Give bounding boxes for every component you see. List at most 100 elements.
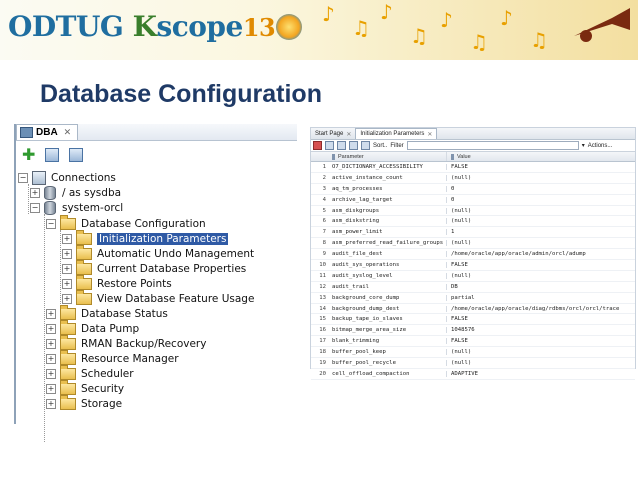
row-number: 4	[322, 196, 326, 203]
table-row[interactable]: 19 buffer_pool_recycle (null)	[311, 358, 635, 369]
database-icon	[44, 200, 56, 215]
table-row[interactable]: 20 cell_offload_compaction ADAPTIVE	[311, 369, 635, 380]
parameter-cell: asm_preferred_read_failure_groups	[329, 240, 447, 247]
music-note-icon: ♫	[470, 30, 488, 54]
table-row[interactable]: 16 bitmap_merge_area_size 1048576	[311, 325, 635, 337]
collapse-node-icon[interactable]: −	[46, 218, 56, 229]
close-icon[interactable]: ✕	[346, 131, 351, 138]
parameter-cell: asm_diskstring	[329, 218, 447, 225]
tree-node-system-orcl[interactable]: − system-orcl	[30, 200, 123, 215]
table-row[interactable]: 10 audit_sys_operations FALSE	[311, 260, 635, 271]
table-row[interactable]: 17 blank_trimming FALSE	[311, 336, 635, 348]
row-number: 11	[319, 272, 326, 279]
table-row[interactable]: 1 O7_DICTIONARY_ACCESSIBILITY FALSE	[311, 162, 635, 173]
expand-node-icon[interactable]: +	[46, 308, 56, 319]
trumpet-icon	[574, 8, 630, 42]
tree-node-rman-backup-recovery[interactable]: + RMAN Backup/Recovery	[46, 334, 206, 351]
parameter-cell: buffer_pool_recycle	[329, 359, 447, 366]
table-row[interactable]: 13 background_core_dump partial	[311, 293, 635, 304]
table-row[interactable]: 18 buffer_pool_keep (null)	[311, 347, 635, 359]
collapse-node-icon[interactable]: −	[30, 202, 40, 213]
table-row[interactable]: 3 aq_tm_processes 0	[311, 184, 635, 195]
expand-node-icon[interactable]: +	[62, 248, 72, 259]
folder-icon	[76, 229, 92, 245]
table-row[interactable]: 12 audit_trail DB	[311, 282, 635, 293]
delete-icon[interactable]	[349, 141, 358, 150]
tab-label: Initialization Parameters	[360, 131, 425, 137]
filter-input[interactable]	[406, 141, 579, 150]
close-icon[interactable]: ✕	[427, 131, 432, 138]
tree-node-automatic-undo-management[interactable]: + Automatic Undo Management	[62, 244, 254, 261]
tree-node-storage[interactable]: + Storage	[46, 394, 123, 411]
folder-icon	[76, 244, 92, 260]
sort-button[interactable]: Sort..	[373, 143, 387, 149]
table-row[interactable]: 5 asm_diskgroups (null)	[311, 206, 635, 217]
tree-node-initialization-parameters[interactable]: + Initialization Parameters	[62, 229, 229, 246]
table-row[interactable]: 6 asm_diskstring (null)	[311, 216, 635, 228]
expand-node-icon[interactable]: +	[62, 263, 72, 274]
close-icon[interactable]: ✕	[64, 127, 72, 138]
parameter-cell: O7_DICTIONARY_ACCESSIBILITY	[329, 163, 447, 170]
table-row[interactable]: 9 audit_file_dest/home/oracle/app/oracle/…	[311, 249, 635, 261]
refresh-icon[interactable]	[45, 148, 60, 162]
edit-icon[interactable]	[361, 141, 370, 150]
table-row[interactable]: 15 backup_tape_io_slaves FALSE	[311, 314, 635, 326]
dba-panel: DBA ✕ ✚ − Connections + / as sysdba − sy…	[14, 124, 297, 442]
folder-icon	[60, 394, 76, 410]
parameter-cell: asm_power_limit	[329, 229, 447, 236]
pin-icon[interactable]	[313, 141, 322, 150]
tab-initialization-parameters[interactable]: Initialization Parameters ✕	[355, 128, 438, 139]
expand-node-icon[interactable]: +	[46, 353, 56, 364]
parameter-cell: audit_sys_operations	[329, 261, 447, 268]
tree-node-as-sysdba[interactable]: + / as sysdba	[30, 185, 121, 200]
parameter-cell: archive_lag_target	[329, 196, 447, 203]
table-row[interactable]: 7 asm_power_limit 1	[311, 227, 635, 239]
column-header-parameter[interactable]: Parameter	[329, 152, 447, 161]
expand-node-icon[interactable]: +	[62, 278, 72, 289]
tree-label: Data Pump	[81, 322, 140, 335]
database-icon	[44, 185, 56, 200]
value-cell: FALSE	[451, 338, 468, 345]
add-connection-icon[interactable]: ✚	[22, 147, 35, 163]
column-header-value[interactable]: Value	[447, 152, 635, 161]
tree-node-database-configuration[interactable]: − Database Configuration	[46, 214, 206, 231]
expand-node-icon[interactable]: +	[30, 187, 40, 198]
expand-node-icon[interactable]: +	[46, 368, 56, 379]
expand-node-icon[interactable]: +	[46, 383, 56, 394]
tree-label-selected: Initialization Parameters	[97, 232, 229, 245]
table-row[interactable]: 4 archive_lag_target 0	[311, 195, 635, 206]
expand-node-icon[interactable]: +	[62, 293, 72, 304]
value-cell: (null)	[451, 174, 472, 181]
value-cell: 1048576	[451, 327, 475, 334]
tree-node-view-database-feature-usage[interactable]: + View Database Feature Usage	[62, 289, 254, 306]
table-row[interactable]: 14 background_dump_dest/home/oracle/app/o…	[311, 304, 635, 315]
brand-number: 13	[242, 13, 276, 42]
tree-label: system-orcl	[62, 201, 124, 214]
tree-label: Storage	[81, 397, 123, 410]
expand-node-icon[interactable]: +	[46, 338, 56, 349]
chevron-down-icon[interactable]: ▾	[582, 142, 585, 149]
table-row[interactable]: 8 asm_preferred_read_failure_groups (null)	[311, 238, 635, 250]
table-row[interactable]: 11 audit_syslog_level (null)	[311, 271, 635, 282]
expand-node-icon[interactable]: +	[46, 398, 56, 409]
refresh-icon[interactable]	[337, 141, 346, 150]
folder-icon	[60, 304, 76, 320]
tree-label: Connections	[51, 171, 116, 184]
expand-node-icon[interactable]: +	[46, 323, 56, 334]
grid-header: Parameter Value	[311, 152, 635, 162]
tree-node-current-database-properties[interactable]: + Current Database Properties	[62, 259, 246, 276]
tab-dba[interactable]: DBA ✕	[16, 124, 79, 140]
tree-node-security[interactable]: + Security	[46, 379, 124, 396]
folder-icon	[60, 319, 76, 335]
table-row[interactable]: 2 active_instance_count (null)	[311, 173, 635, 184]
expand-node-icon[interactable]: +	[62, 233, 72, 244]
save-icon[interactable]	[325, 141, 334, 150]
tree-node-connections[interactable]: − Connections	[18, 170, 116, 185]
parameters-grid: Parameter Value 1 O7_DICTIONARY_ACCESSIBI…	[311, 152, 635, 380]
collapse-node-icon[interactable]: −	[18, 172, 28, 183]
row-number: 15	[319, 316, 326, 323]
actions-button[interactable]: Actions...	[588, 143, 613, 149]
parameter-cell: aq_tm_processes	[329, 185, 447, 192]
collapse-icon[interactable]	[69, 148, 84, 162]
tab-start-page[interactable]: Start Page ✕	[311, 129, 355, 139]
